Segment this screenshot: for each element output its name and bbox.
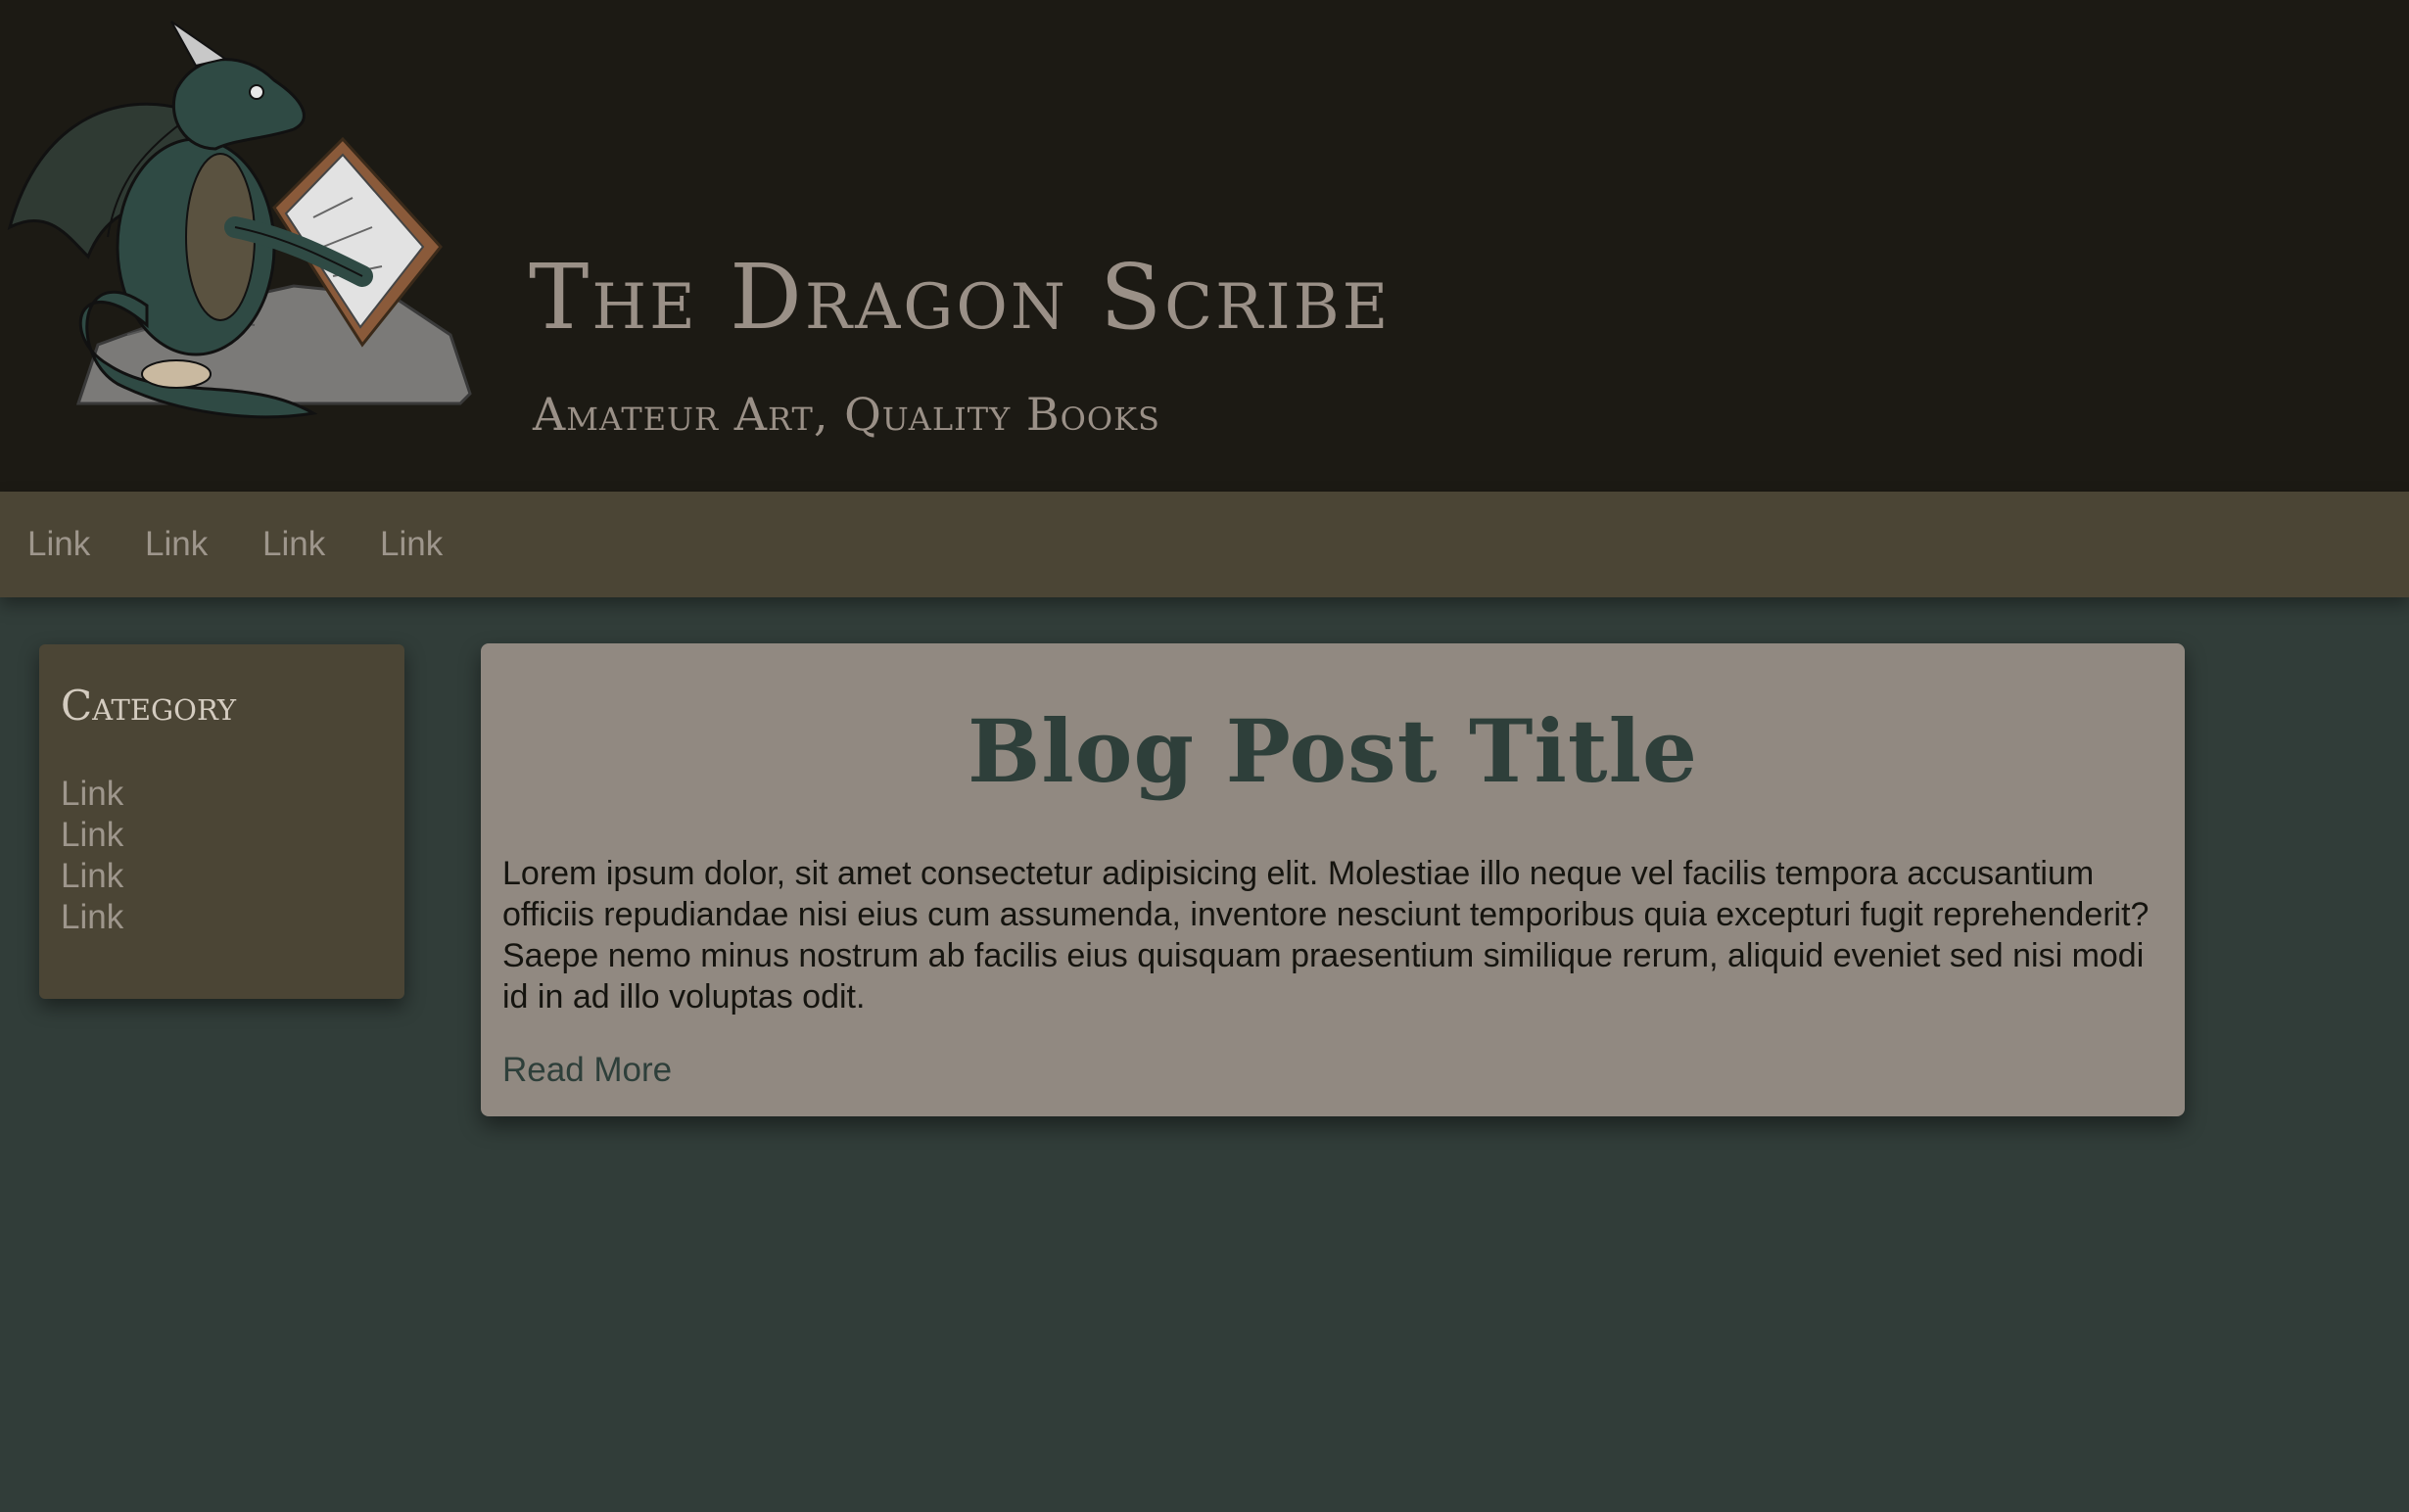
sidebar-title: Category xyxy=(61,682,237,730)
nav-link-1[interactable]: Link xyxy=(27,525,90,564)
category-sidebar: Category Link Link Link Link xyxy=(39,644,404,999)
nav-link-2[interactable]: Link xyxy=(145,525,208,564)
site-subtitle: Amateur Art, Quality Books xyxy=(533,388,1160,441)
post-title: Blog Post Title xyxy=(968,700,1698,802)
sidebar-link-2[interactable]: Link xyxy=(61,815,123,856)
read-more-link[interactable]: Read More xyxy=(502,1051,672,1090)
post-excerpt: Lorem ipsum dolor, sit amet consectetur … xyxy=(502,855,2149,1016)
nav-link-3[interactable]: Link xyxy=(262,525,325,564)
sidebar-link-4[interactable]: Link xyxy=(61,897,123,938)
main-navigation: Link Link Link Link xyxy=(0,492,2409,597)
sidebar-link-list: Link Link Link Link xyxy=(61,774,123,938)
site-header: The Dragon Scribe Amateur Art, Quality B… xyxy=(0,0,2409,492)
site-title: The Dragon Scribe xyxy=(529,245,1392,350)
sidebar-link-1[interactable]: Link xyxy=(61,774,123,815)
nav-link-4[interactable]: Link xyxy=(380,525,443,564)
dragon-scribe-logo xyxy=(7,21,472,419)
blog-post-card: Blog Post Title Lorem ipsum dolor, sit a… xyxy=(481,643,2185,1116)
sidebar-link-3[interactable]: Link xyxy=(61,856,123,897)
